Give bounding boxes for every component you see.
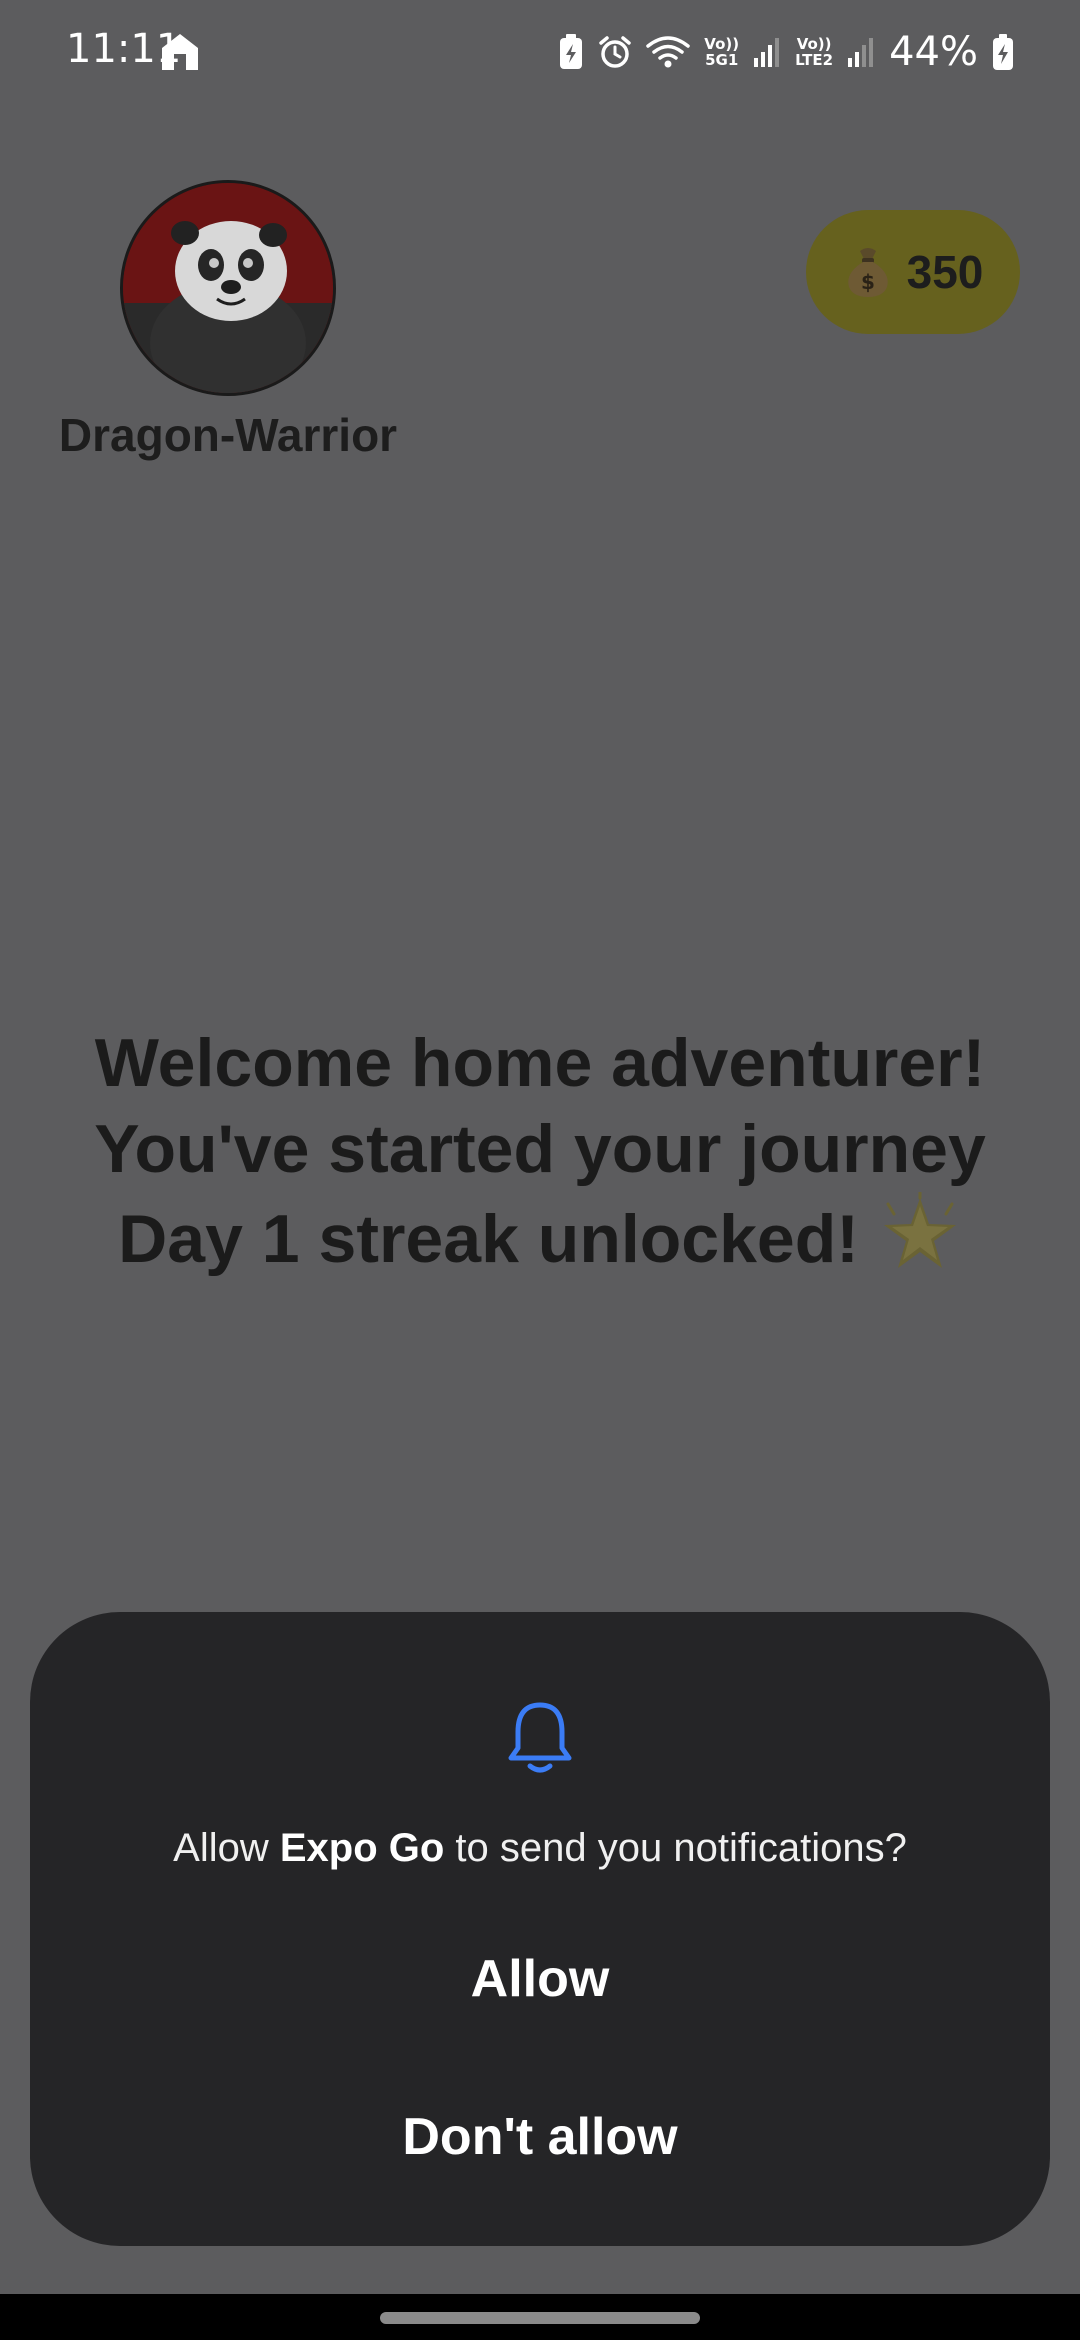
- smart-home-icon: [162, 34, 198, 70]
- alarm-icon: [599, 36, 632, 68]
- status-icons: Vo)) 5G1 Vo)) LTE2 44%: [558, 28, 1014, 76]
- coin-count: 350: [906, 246, 984, 298]
- money-bag-icon: $: [847, 248, 888, 297]
- welcome-line-3: Day 1 streak unlocked!: [118, 1201, 859, 1277]
- sim2-net-type-label: LTE2: [795, 51, 834, 69]
- welcome-message: Welcome home adventurer! You've started …: [40, 1020, 1040, 1282]
- sim2-network-label: Vo)) LTE2: [795, 36, 833, 68]
- dialog-message-prefix: Allow: [173, 1826, 280, 1870]
- dont-allow-button[interactable]: Don't allow: [90, 2082, 990, 2192]
- sim1-network-label: Vo)) 5G1: [704, 36, 739, 68]
- welcome-line-1: Welcome home adventurer!: [94, 1025, 986, 1101]
- signal-strength-icon-sim1: [754, 38, 780, 67]
- coin-balance-badge[interactable]: $ 350: [806, 210, 1020, 334]
- avatar[interactable]: [120, 180, 336, 396]
- notification-permission-dialog: Allow Expo Go to send you notifications?…: [30, 1612, 1050, 2246]
- home-gesture-handle[interactable]: [380, 2312, 700, 2324]
- welcome-line-2: You've started your journey: [94, 1111, 986, 1187]
- welcome-line-3-wrap: Day 1 streak unlocked!: [40, 1192, 1040, 1282]
- battery-percent: 44%: [889, 29, 978, 75]
- sim1-net-type-label: 5G1: [705, 51, 739, 69]
- dialog-message: Allow Expo Go to send you notifications?: [30, 1826, 1050, 1871]
- sparkle-star-icon: [883, 1192, 956, 1268]
- status-bar: 11:11 Vo)) 5G1 Vo)) LTE2 44%: [0, 0, 1080, 100]
- navigation-bar: [0, 2294, 1080, 2340]
- allow-button[interactable]: Allow: [90, 1924, 990, 2034]
- wifi-icon: [646, 36, 691, 68]
- battery-saver-icon: [560, 34, 583, 69]
- sim2-volte-label: Vo)): [796, 35, 832, 53]
- panda-avatar-image: [123, 183, 333, 393]
- bell-icon: [508, 1702, 572, 1773]
- signal-strength-icon-sim2: [848, 38, 874, 67]
- username: Dragon-Warrior: [58, 409, 398, 461]
- sim1-volte-label: Vo)): [704, 35, 740, 53]
- dialog-app-name: Expo Go: [279, 1826, 445, 1870]
- svg-text:$: $: [861, 270, 875, 294]
- dialog-message-suffix: to send you notifications?: [444, 1826, 907, 1870]
- battery-charging-icon: [993, 34, 1013, 70]
